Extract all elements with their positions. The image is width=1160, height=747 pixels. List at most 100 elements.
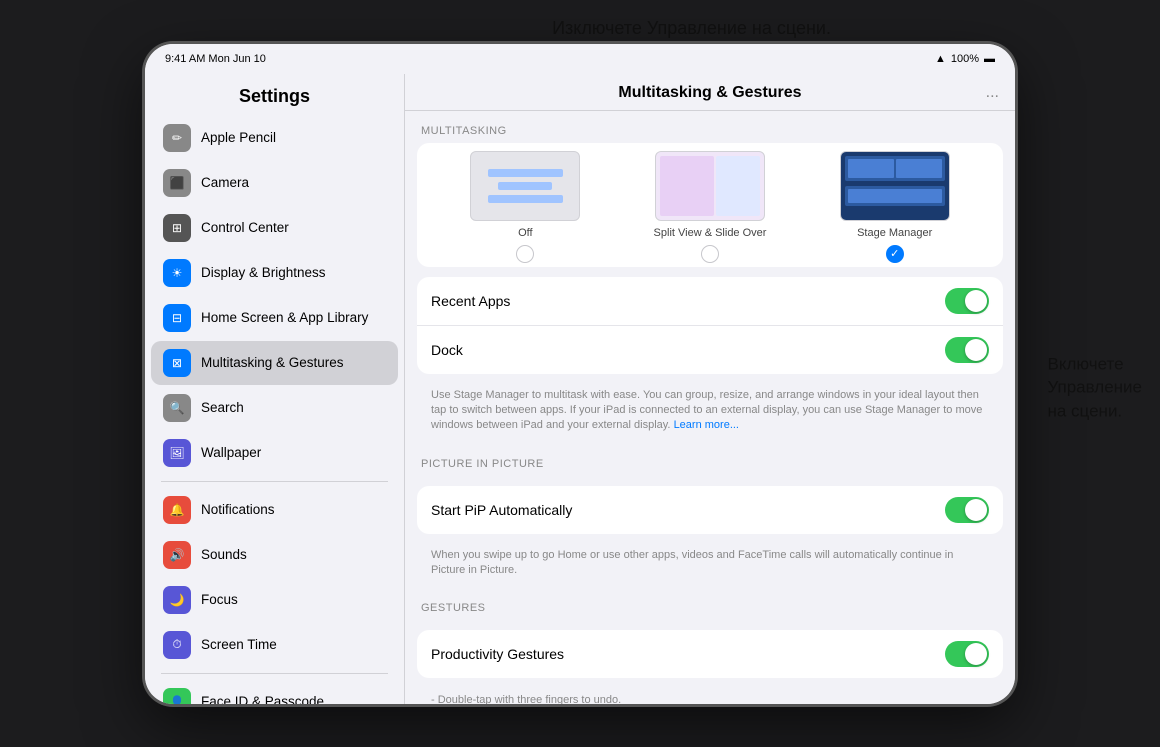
sidebar-icon-focus: 🌙 bbox=[163, 586, 191, 614]
ipad-content: Settings ✏ Apple Pencil ⬛ Camera ⊞ Control Ce… bbox=[145, 74, 1015, 704]
sidebar-label-search: Search bbox=[201, 400, 244, 415]
panel-title: Multitasking & Gestures bbox=[421, 84, 999, 102]
sidebar-item-control-center[interactable]: ⊞ Control Center bbox=[151, 206, 398, 250]
sidebar-label-home-screen: Home Screen & App Library bbox=[201, 310, 368, 325]
productivity-gestures-label: Productivity Gestures bbox=[431, 646, 564, 662]
mode-selector: Off Split View & Slide Over bbox=[417, 143, 1003, 267]
panel-menu-dots[interactable]: ... bbox=[986, 84, 999, 102]
mode-radio-stage[interactable] bbox=[886, 245, 904, 263]
multitasking-section-label: MULTITASKING bbox=[405, 111, 1015, 143]
sidebar-item-home-screen[interactable]: ⊟ Home Screen & App Library bbox=[151, 296, 398, 340]
recent-apps-label: Recent Apps bbox=[431, 293, 510, 309]
status-bar: 9:41 AM Mon Jun 10 ▲ 100% ▬ bbox=[145, 44, 1015, 74]
recent-apps-row: Recent Apps bbox=[417, 277, 1003, 326]
pip-section-label: PICTURE IN PICTURE bbox=[405, 444, 1015, 476]
mode-label-off: Off bbox=[518, 227, 532, 239]
sidebar-label-apple-pencil: Apple Pencil bbox=[201, 130, 276, 145]
pip-toggle[interactable] bbox=[945, 497, 989, 523]
status-right: ▲ 100% ▬ bbox=[935, 53, 995, 65]
mode-option-split[interactable]: Split View & Slide Over bbox=[618, 151, 803, 263]
mode-radio-split[interactable] bbox=[701, 245, 719, 263]
pip-row: Start PiP Automatically bbox=[417, 486, 1003, 534]
stage-win-part-2 bbox=[896, 159, 942, 178]
sidebar-label-control-center: Control Center bbox=[201, 220, 289, 235]
sidebar-item-notifications[interactable]: 🔔 Notifications bbox=[151, 488, 398, 532]
sidebar-label-notifications: Notifications bbox=[201, 502, 275, 517]
preview-bar-1 bbox=[488, 169, 564, 177]
mode-preview-split bbox=[655, 151, 765, 221]
sidebar-item-apple-pencil[interactable]: ✏ Apple Pencil bbox=[151, 116, 398, 160]
sidebar-item-multitasking[interactable]: ⊠ Multitasking & Gestures bbox=[151, 341, 398, 385]
split-right bbox=[716, 156, 760, 216]
battery-label: 100% bbox=[951, 53, 979, 65]
sidebar-divider2 bbox=[161, 673, 388, 674]
sidebar-label-wallpaper: Wallpaper bbox=[201, 445, 261, 460]
mode-option-off[interactable]: Off bbox=[433, 151, 618, 263]
mode-option-stage[interactable]: Stage Manager bbox=[802, 151, 987, 263]
sidebar-icon-apple-pencil: ✏ bbox=[163, 124, 191, 152]
sidebar-item-wallpaper[interactable]: 🖼 Wallpaper bbox=[151, 431, 398, 475]
sidebar-item-display-brightness[interactable]: ☀ Display & Brightness bbox=[151, 251, 398, 295]
preview-bar-3 bbox=[488, 195, 564, 203]
sidebar-item-focus[interactable]: 🌙 Focus bbox=[151, 578, 398, 622]
recent-apps-toggle[interactable] bbox=[945, 288, 989, 314]
productivity-gestures-desc: - Double-tap with three fingers to undo.… bbox=[417, 688, 1003, 703]
sidebar-label-screen-time: Screen Time bbox=[201, 637, 277, 652]
sidebar-items-list: ✏ Apple Pencil ⬛ Camera ⊞ Control Center ☀ Disp… bbox=[145, 116, 404, 704]
sidebar-icon-display-brightness: ☀ bbox=[163, 259, 191, 287]
mode-label-stage: Stage Manager bbox=[857, 227, 932, 239]
sidebar-label-sounds: Sounds bbox=[201, 547, 247, 562]
panel-header: ... Multitasking & Gestures bbox=[405, 74, 1015, 111]
sidebar-item-face-id[interactable]: 👤 Face ID & Passcode bbox=[151, 680, 398, 704]
stage-window-1 bbox=[845, 156, 945, 181]
dock-toggle[interactable] bbox=[945, 337, 989, 363]
sidebar: Settings ✏ Apple Pencil ⬛ Camera ⊞ Control Ce… bbox=[145, 74, 405, 704]
pip-label: Start PiP Automatically bbox=[431, 502, 572, 518]
gestures-toggles: Productivity Gestures bbox=[417, 630, 1003, 678]
sidebar-item-sounds[interactable]: 🔊 Sounds bbox=[151, 533, 398, 577]
sidebar-title: Settings bbox=[145, 74, 404, 115]
sidebar-icon-camera: ⬛ bbox=[163, 169, 191, 197]
sidebar-icon-wallpaper: 🖼 bbox=[163, 439, 191, 467]
callout-right: Включете Управление на сцени. bbox=[1047, 352, 1142, 423]
sidebar-divider1 bbox=[161, 481, 388, 482]
sidebar-icon-notifications: 🔔 bbox=[163, 496, 191, 524]
pip-description: When you swipe up to go Home or use othe… bbox=[417, 542, 1003, 589]
sidebar-icon-search: 🔍 bbox=[163, 394, 191, 422]
sidebar-icon-home-screen: ⊟ bbox=[163, 304, 191, 332]
dock-label: Dock bbox=[431, 342, 463, 358]
sidebar-icon-multitasking: ⊠ bbox=[163, 349, 191, 377]
stage-window-2 bbox=[845, 186, 945, 206]
mode-label-split: Split View & Slide Over bbox=[654, 227, 767, 239]
multitasking-toggles: Recent Apps Dock bbox=[417, 277, 1003, 374]
battery-icon: ▬ bbox=[984, 53, 995, 65]
sidebar-icon-sounds: 🔊 bbox=[163, 541, 191, 569]
sidebar-label-face-id: Face ID & Passcode bbox=[201, 694, 324, 704]
sidebar-item-search[interactable]: 🔍 Search bbox=[151, 386, 398, 430]
productivity-gestures-row: Productivity Gestures bbox=[417, 630, 1003, 678]
sidebar-label-multitasking: Multitasking & Gestures bbox=[201, 355, 344, 370]
callout-top: Изключете Управление на сцени. bbox=[552, 18, 831, 39]
sidebar-icon-face-id: 👤 bbox=[163, 688, 191, 704]
mode-preview-stage bbox=[840, 151, 950, 221]
stage-win-part-3 bbox=[848, 189, 942, 203]
mode-radio-off[interactable] bbox=[516, 245, 534, 263]
learn-more-link[interactable]: Learn more... bbox=[674, 419, 739, 431]
preview-bar-2 bbox=[498, 182, 552, 190]
sidebar-label-focus: Focus bbox=[201, 592, 238, 607]
right-panel[interactable]: ... Multitasking & Gestures MULTITASKING… bbox=[405, 74, 1015, 704]
sidebar-item-camera[interactable]: ⬛ Camera bbox=[151, 161, 398, 205]
pip-toggles: Start PiP Automatically bbox=[417, 486, 1003, 534]
mode-preview-off bbox=[470, 151, 580, 221]
sidebar-item-screen-time[interactable]: ⏱ Screen Time bbox=[151, 623, 398, 667]
dock-row: Dock bbox=[417, 326, 1003, 374]
split-left bbox=[660, 156, 714, 216]
wifi-icon: ▲ bbox=[935, 53, 946, 65]
sidebar-icon-screen-time: ⏱ bbox=[163, 631, 191, 659]
sidebar-icon-control-center: ⊞ bbox=[163, 214, 191, 242]
ipad-device: 9:41 AM Mon Jun 10 ▲ 100% ▬ Settings ✏ Ap… bbox=[145, 44, 1015, 704]
gestures-section-label: GESTURES bbox=[405, 588, 1015, 620]
productivity-gestures-toggle[interactable] bbox=[945, 641, 989, 667]
sidebar-label-display-brightness: Display & Brightness bbox=[201, 265, 326, 280]
sidebar-label-camera: Camera bbox=[201, 175, 249, 190]
